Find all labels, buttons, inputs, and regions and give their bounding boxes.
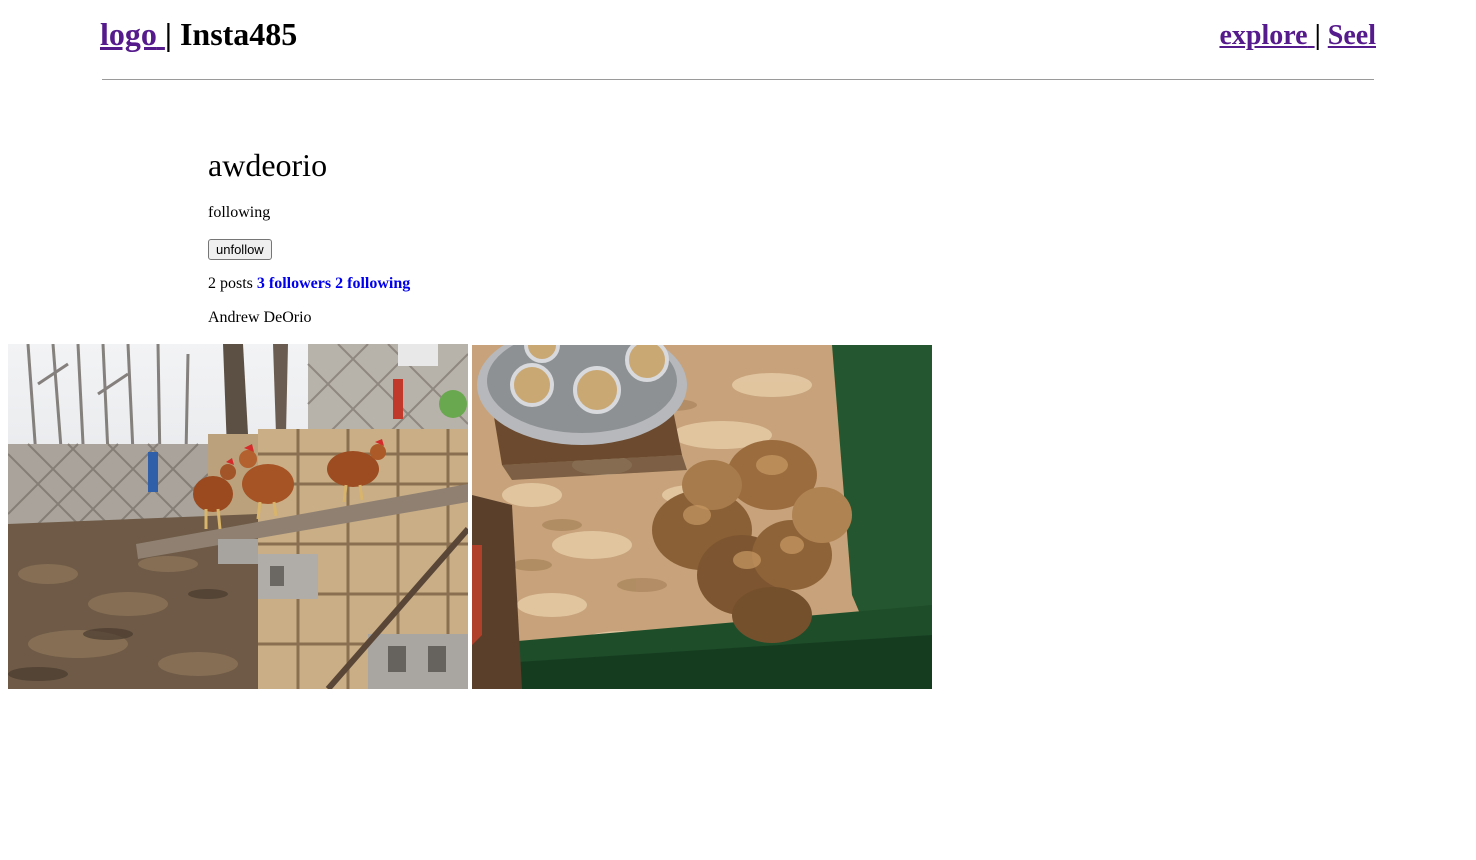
nav-separator: |: [1314, 20, 1321, 51]
profile-username: awdeorio: [208, 147, 328, 183]
followers-link[interactable]: 3 followers: [257, 275, 331, 292]
header-divider: [102, 79, 1374, 80]
post-thumbnail-2[interactable]: [472, 345, 932, 689]
explore-link[interactable]: explore: [1219, 20, 1314, 51]
post-count: 2 posts: [208, 275, 253, 292]
profile-full-name: Andrew DeOrio: [208, 309, 312, 326]
header-separator: |: [164, 16, 172, 52]
logo-link[interactable]: logo: [100, 16, 165, 52]
profile-stats: 2 posts 3 followers 2 following: [208, 274, 410, 294]
site-header: logo | Insta485 explore | Seel: [0, 0, 1476, 81]
chickens-photo: [8, 344, 468, 689]
app-name: Insta485: [179, 16, 298, 52]
chicks-photo: [472, 345, 932, 689]
user-link[interactable]: Seel: [1328, 20, 1376, 51]
post-thumbnail-1[interactable]: [8, 344, 468, 689]
brand: logo | Insta485: [100, 14, 297, 54]
profile-header: awdeorio: [208, 145, 327, 185]
following-link[interactable]: 2 following: [335, 275, 410, 292]
header-nav: explore | Seel: [1219, 16, 1376, 56]
relationship-status: following: [208, 204, 271, 221]
unfollow-button[interactable]: unfollow: [208, 239, 272, 260]
